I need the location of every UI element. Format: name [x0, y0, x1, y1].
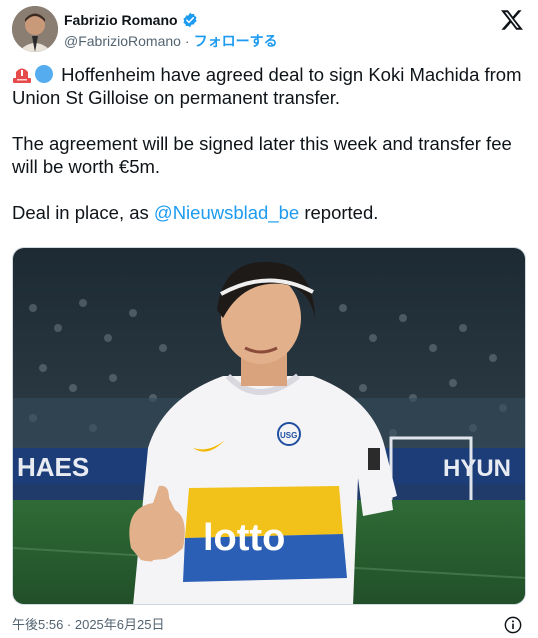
jersey-sponsor: lotto — [203, 517, 285, 559]
author-name[interactable]: Fabrizio Romano — [64, 12, 178, 28]
club-badge: USG — [280, 431, 297, 440]
tweet-paragraph-3: Deal in place, as @Nieuwsblad_be reporte… — [12, 201, 532, 224]
ad-board-left: HAES — [17, 452, 89, 482]
author-info: Fabrizio Romano @FabrizioRomano · フォローする — [64, 11, 278, 51]
tweet-line-3-prefix: Deal in place, as — [12, 202, 154, 223]
tweet-timestamp[interactable]: 午後5:56 · 2025年6月25日 — [12, 617, 164, 632]
avatar-photo — [12, 6, 58, 52]
blue-circle-icon — [35, 65, 53, 83]
x-logo-icon[interactable] — [500, 8, 524, 32]
author-avatar[interactable] — [12, 6, 58, 52]
tweet-line-2: The agreement will be signed later this … — [12, 133, 512, 177]
ad-board-right: HYUN — [443, 455, 511, 482]
rotating-light-icon — [13, 68, 31, 83]
verified-badge-icon — [183, 12, 197, 28]
tweet-footer: 午後5:56 · 2025年6月25日 — [12, 614, 526, 636]
mention-link[interactable]: @Nieuwsblad_be — [154, 202, 299, 223]
tweet-paragraph-1: Hoffenheim have agreed deal to sign Koki… — [12, 63, 532, 109]
tweet-paragraph-2: The agreement will be signed later this … — [12, 132, 532, 178]
author-handle[interactable]: @FabrizioRomano — [64, 33, 181, 49]
tweet-line-3-suffix: reported. — [299, 202, 379, 223]
separator-dot: · — [184, 33, 190, 49]
tweet-line-1: Hoffenheim have agreed deal to sign Koki… — [12, 64, 522, 108]
info-icon[interactable] — [504, 616, 522, 634]
tweet-photo[interactable]: HAES HYUN lotto USG — [12, 247, 526, 605]
follow-button[interactable]: フォローする — [194, 31, 278, 51]
tweet-text: Hoffenheim have agreed deal to sign Koki… — [12, 63, 532, 224]
player-photo: HAES HYUN lotto USG — [13, 248, 525, 604]
tweet-header: Fabrizio Romano @FabrizioRomano · フォローする — [12, 6, 526, 52]
